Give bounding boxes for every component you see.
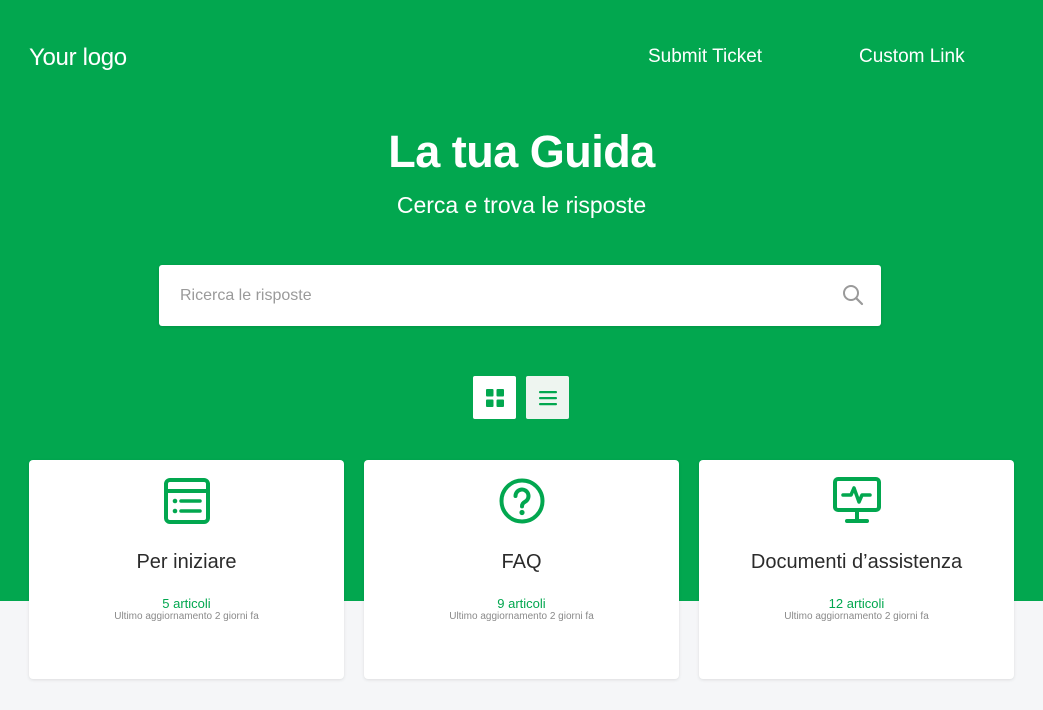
question-circle-icon [499, 478, 545, 524]
category-title: Per iniziare [136, 551, 237, 573]
category-card-per-iniziare[interactable]: Per iniziare 5 articoli Ultimo aggiornam… [29, 460, 344, 679]
category-article-count: 9 articoli [497, 596, 546, 611]
site-logo[interactable]: Your logo [29, 44, 127, 72]
category-last-updated: Ultimo aggiornamento 2 giorni fa [114, 611, 259, 622]
search-box [159, 265, 881, 326]
category-title: FAQ [501, 551, 542, 573]
category-last-updated: Ultimo aggiornamento 2 giorni fa [784, 611, 929, 622]
category-last-updated: Ultimo aggiornamento 2 giorni fa [449, 611, 594, 622]
category-article-count: 12 articoli [828, 596, 885, 611]
page-subtitle: Cerca e trova le risposte [396, 192, 647, 218]
category-title: Documenti d’assistenza [750, 551, 963, 573]
category-article-count: 5 articoli [162, 596, 211, 611]
nav-submit-ticket[interactable]: Submit Ticket [648, 46, 762, 68]
list-view-button[interactable] [526, 376, 569, 419]
nav-custom-link[interactable]: Custom Link [859, 46, 965, 68]
list-document-icon [164, 478, 210, 524]
grid-icon [485, 388, 504, 407]
grid-view-button[interactable] [473, 376, 516, 419]
category-card-documenti-assistenza[interactable]: Documenti d’assistenza 12 articoli Ultim… [699, 460, 1014, 679]
monitor-pulse-icon [833, 477, 881, 523]
search-input[interactable] [159, 265, 819, 326]
category-card-faq[interactable]: FAQ 9 articoli Ultimo aggiornamento 2 gi… [364, 460, 679, 679]
list-icon [538, 390, 557, 405]
search-icon[interactable] [841, 283, 865, 307]
page-title: La tua Guida [388, 126, 655, 177]
